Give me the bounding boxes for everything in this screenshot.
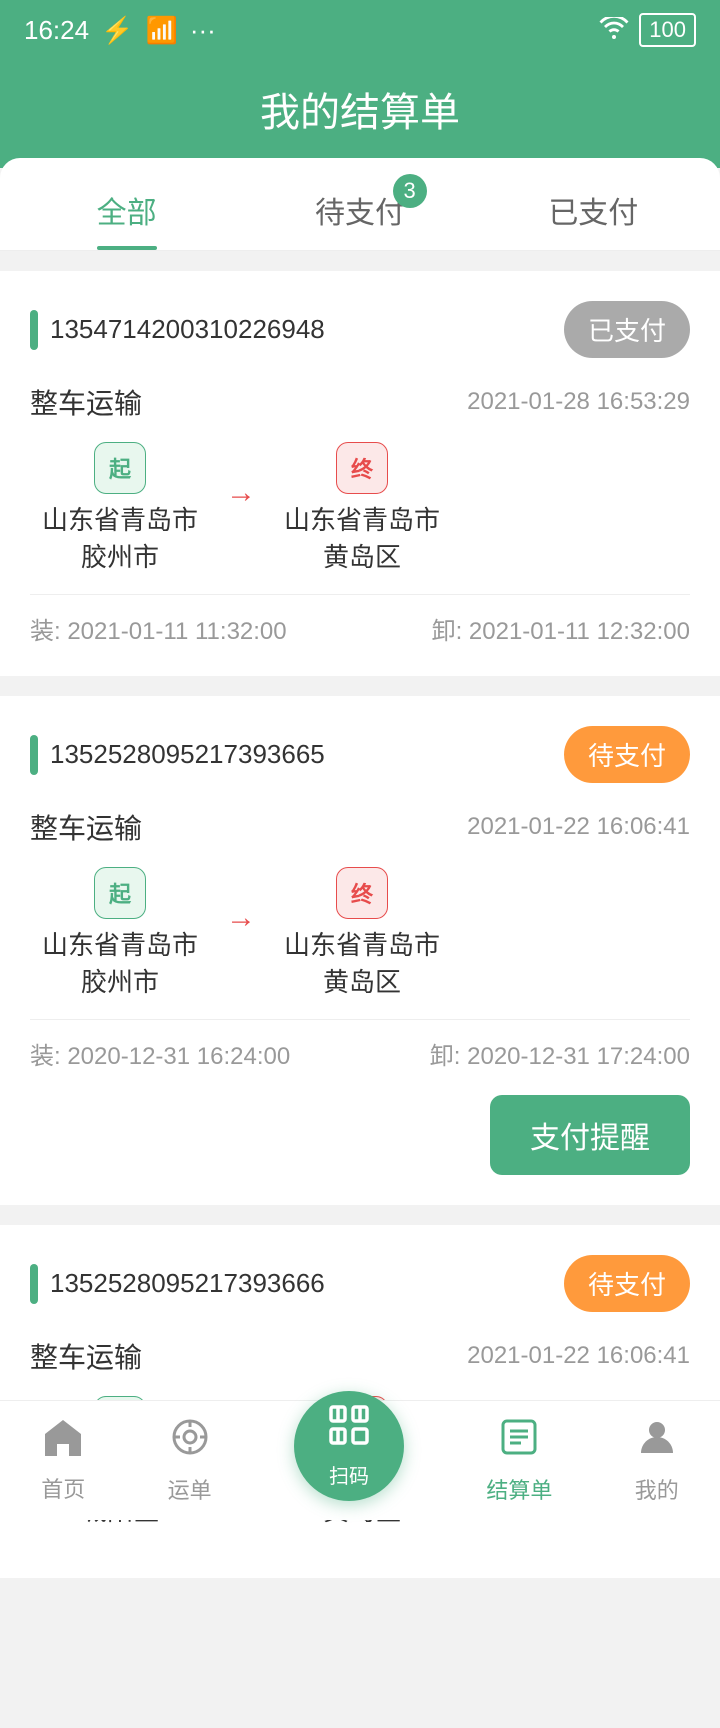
nav-mine-label: 我的 [635,1473,679,1505]
id-bar [30,310,38,350]
card-header-1: 1354714200310226948 已支付 [30,301,690,358]
nav-orders-label: 运单 [168,1473,212,1505]
scan-label: 扫码 [329,1460,369,1489]
nav-home[interactable]: 首页 [41,1418,85,1504]
start-tag-2: 起 [94,867,146,919]
end-node-1: 终 山东省青岛市黄岛区 [272,442,452,574]
status-badge-2: 待支付 [564,726,690,783]
time-row-1: 装: 2021-01-11 11:32:00 卸: 2021-01-11 12:… [30,594,690,646]
status-badge-3: 待支付 [564,1255,690,1312]
card-datetime-1: 2021-01-28 16:53:29 [467,388,690,416]
tabs-container: 全部 待支付 3 已支付 [0,158,720,251]
card-info-row-2: 整车运输 2021-01-22 16:06:41 [30,807,690,847]
transport-type-3: 整车运输 [30,1336,142,1376]
settlement-card-1: 1354714200310226948 已支付 整车运输 2021-01-28 … [0,271,720,676]
route-arrow-2: → [226,901,256,935]
transport-type-2: 整车运输 [30,807,142,847]
start-node-1: 起 山东省青岛市胶州市 [30,442,210,574]
status-bar: 16:24 ⚡ 📶 ··· 100 [0,0,720,60]
bottom-nav: 首页 运单 [0,1400,720,1520]
card-id-2: 1352528095217393665 [50,739,325,770]
card-header-2: 1352528095217393665 待支付 [30,726,690,783]
status-time: 16:24 [24,15,89,46]
tab-paid[interactable]: 已支付 [477,158,710,250]
end-tag-1: 终 [336,442,388,494]
card-action-row-2: 支付提醒 [30,1095,690,1175]
nav-mine[interactable]: 我的 [635,1417,679,1505]
card-id-1: 1354714200310226948 [50,314,325,345]
load-time-2: 装: 2020-12-31 16:24:00 [30,1036,290,1071]
mine-icon [637,1417,677,1467]
settlement-icon [499,1417,539,1467]
scan-button[interactable]: 扫码 [294,1391,404,1501]
status-right: 100 [599,13,696,47]
charge-icon: ⚡ [101,15,133,46]
home-icon [43,1418,83,1466]
nav-orders[interactable]: 运单 [168,1417,212,1505]
card-id-row-1: 1354714200310226948 [30,310,325,350]
card-info-row-3: 整车运输 2021-01-22 16:06:41 [30,1336,690,1376]
card-id-3: 1352528095217393666 [50,1268,325,1299]
start-name-2: 山东省青岛市胶州市 [30,925,210,999]
pending-badge: 3 [393,174,427,208]
status-badge-1: 已支付 [564,301,690,358]
card-datetime-3: 2021-01-22 16:06:41 [467,1342,690,1370]
unload-time-2: 卸: 2020-12-31 17:24:00 [430,1036,690,1071]
id-bar-2 [30,735,38,775]
nav-settlement[interactable]: 结算单 [486,1417,552,1505]
card-datetime-2: 2021-01-22 16:06:41 [467,813,690,841]
status-dots: ··· [190,15,216,46]
route-row-1: 起 山东省青岛市胶州市 → 终 山东省青岛市黄岛区 [30,442,690,574]
sim-icon: 📶 [145,15,177,46]
pay-reminder-button[interactable]: 支付提醒 [490,1095,690,1175]
end-tag-2: 终 [336,867,388,919]
start-node-2: 起 山东省青岛市胶州市 [30,867,210,999]
card-id-row-3: 1352528095217393666 [30,1264,325,1304]
tab-all[interactable]: 全部 [10,158,243,250]
id-bar-3 [30,1264,38,1304]
battery-icon: 100 [639,13,696,47]
load-time-1: 装: 2021-01-11 11:32:00 [30,611,287,646]
end-node-2: 终 山东省青岛市黄岛区 [272,867,452,999]
end-name-2: 山东省青岛市黄岛区 [272,925,452,999]
settlement-card-2: 1352528095217393665 待支付 整车运输 2021-01-22 … [0,696,720,1205]
nav-scan-center[interactable]: 扫码 [294,1391,404,1531]
tab-pending[interactable]: 待支付 3 [243,158,476,250]
page-title: 我的结算单 [0,80,720,138]
transport-type-1: 整车运输 [30,382,142,422]
card-id-row-2: 1352528095217393665 [30,735,325,775]
card-header-3: 1352528095217393666 待支付 [30,1255,690,1312]
scan-icon [327,1403,371,1456]
nav-settlement-label: 结算单 [486,1473,552,1505]
unload-time-1: 卸: 2021-01-11 12:32:00 [432,611,690,646]
nav-home-label: 首页 [41,1472,85,1504]
start-tag-1: 起 [94,442,146,494]
route-arrow-1: → [226,476,256,510]
orders-icon [170,1417,210,1467]
status-left: 16:24 ⚡ 📶 ··· [24,15,216,46]
tab-bar: 全部 待支付 3 已支付 [0,158,720,251]
route-row-2: 起 山东省青岛市胶州市 → 终 山东省青岛市黄岛区 [30,867,690,999]
card-info-row-1: 整车运输 2021-01-28 16:53:29 [30,382,690,422]
start-name-1: 山东省青岛市胶州市 [30,500,210,574]
time-row-2: 装: 2020-12-31 16:24:00 卸: 2020-12-31 17:… [30,1019,690,1071]
wifi-icon [599,15,629,46]
end-name-1: 山东省青岛市黄岛区 [272,500,452,574]
page-header: 我的结算单 [0,60,720,168]
